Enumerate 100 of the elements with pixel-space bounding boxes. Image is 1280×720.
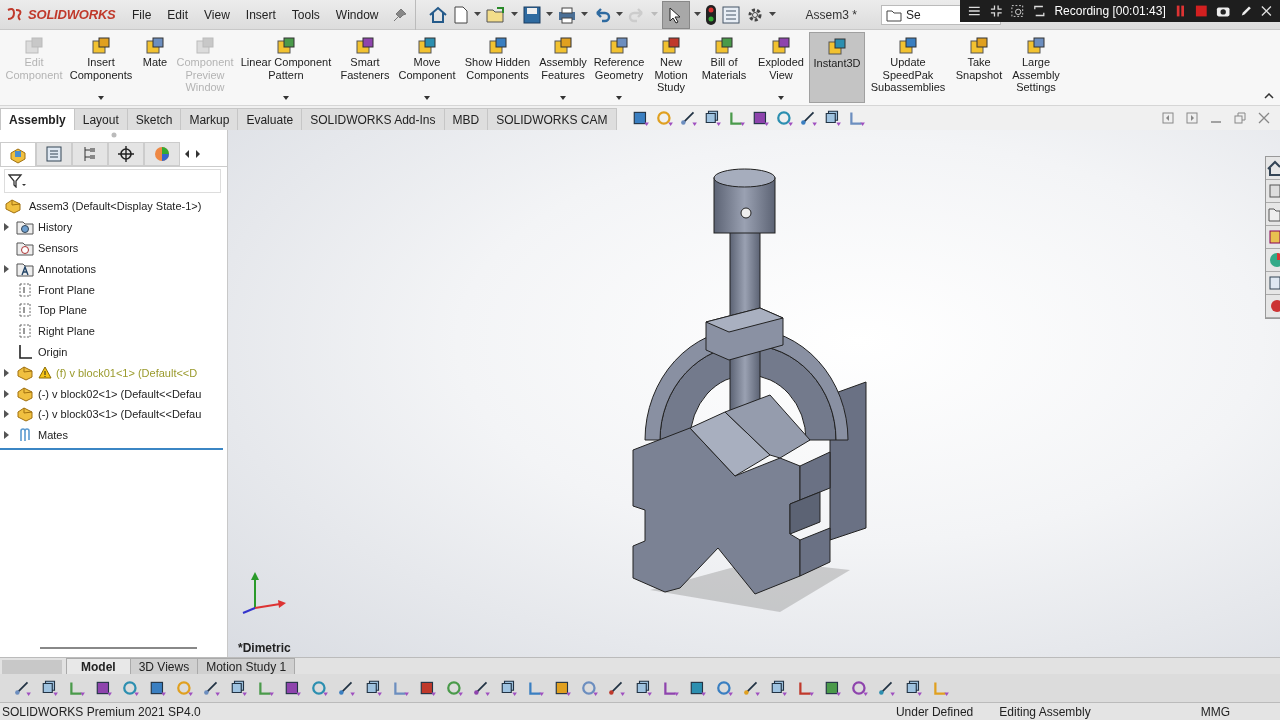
caret-icon[interactable] [560, 96, 566, 100]
collapse-ribbon-icon[interactable] [1264, 93, 1274, 99]
command-tab[interactable]: MBD [443, 108, 489, 130]
expand-arrow-icon[interactable] [3, 431, 9, 440]
crosshair-tab[interactable] [108, 142, 144, 166]
command-tab[interactable]: SOLIDWORKS CAM [487, 108, 617, 130]
pen-icon[interactable] [1239, 4, 1253, 18]
menu-item[interactable]: Insert [239, 5, 282, 24]
command-tab[interactable]: Assembly [0, 108, 75, 130]
command-tab[interactable]: Markup [180, 108, 239, 130]
traffic-light-icon[interactable] [704, 3, 717, 26]
ribbon-button[interactable]: Insert Components [66, 32, 136, 103]
caret-icon[interactable] [424, 96, 430, 100]
feature-tree-tab[interactable] [0, 142, 36, 166]
caret-icon[interactable] [768, 12, 776, 17]
camera-icon[interactable] [1216, 4, 1231, 18]
command-tab[interactable]: Sketch [126, 108, 182, 130]
ribbon-button[interactable]: Smart Fasteners [336, 32, 394, 103]
tool-icon [771, 36, 791, 56]
save-icon[interactable] [521, 4, 542, 25]
caret-icon[interactable] [510, 12, 518, 17]
caret-icon[interactable] [778, 96, 784, 100]
loop-icon[interactable] [1032, 4, 1046, 18]
menu-item[interactable]: File [126, 5, 158, 24]
tree-item[interactable]: Sensors [38, 242, 79, 254]
ribbon-button[interactable]: Instant3D [809, 32, 865, 103]
model-tab[interactable]: 3D Views [129, 658, 199, 674]
model-tab[interactable]: Motion Study 1 [197, 658, 296, 674]
expand-arrow-icon[interactable] [3, 264, 9, 273]
menu-item[interactable]: Window [329, 5, 385, 24]
collapse-icon[interactable] [989, 4, 1003, 18]
select-button[interactable] [661, 0, 690, 29]
expand-arrow-icon[interactable] [3, 368, 9, 377]
scroll-right-icon[interactable] [194, 149, 202, 159]
folder-annotation-icon [16, 260, 34, 277]
crosshair-icon[interactable] [117, 145, 135, 163]
caret-icon[interactable] [545, 12, 553, 17]
tool-icon [355, 36, 375, 56]
pause-icon[interactable] [1174, 4, 1186, 18]
next-pane-icon[interactable] [1186, 112, 1198, 124]
command-tab[interactable]: SOLIDWORKS Add-Ins [301, 108, 445, 130]
appearance-tab[interactable] [144, 142, 180, 166]
caret-icon[interactable] [693, 12, 701, 17]
editing-mode: Editing Assembly [999, 704, 1091, 719]
v-block-model-drawing[interactable] [632, 168, 867, 612]
tree-item[interactable]: Top Plane [38, 304, 87, 317]
caret-icon[interactable] [473, 12, 481, 17]
ribbon-button[interactable]: Assembly Features [535, 32, 591, 103]
stop-icon[interactable] [1194, 4, 1208, 18]
tree-item[interactable]: History [38, 221, 73, 234]
ribbon-button[interactable]: Mate [136, 32, 174, 103]
ribbon-button[interactable]: Reference Geometry [591, 32, 647, 103]
caret-icon[interactable] [616, 96, 622, 100]
command-tab[interactable]: Layout [73, 108, 128, 130]
command-tab[interactable]: Evaluate [237, 108, 303, 130]
ribbon-button[interactable]: Update SpeedPak Subassemblies [865, 32, 951, 103]
ribbon-button[interactable]: Move Component [394, 32, 460, 103]
pie-icon[interactable] [153, 145, 171, 163]
menu-item[interactable]: Tools [285, 5, 326, 24]
region-zoom-icon[interactable] [1011, 4, 1024, 18]
menu-item[interactable]: Edit [161, 5, 195, 24]
print-icon[interactable] [556, 4, 577, 25]
ribbon-button[interactable]: Take Snapshot [951, 32, 1007, 103]
expand-arrow-icon[interactable] [3, 223, 9, 232]
ribbon-button[interactable]: Bill of Materials [695, 32, 753, 103]
tree-item[interactable]: (-) v block02<1> (Default<<Defau [38, 387, 202, 400]
units-label[interactable]: MMG [1200, 704, 1230, 719]
scroll-left-icon[interactable] [183, 149, 191, 159]
filter-field[interactable] [4, 169, 221, 193]
expand-arrow-icon[interactable] [3, 410, 9, 419]
tool-icon [145, 36, 165, 56]
axis-triad-icon [242, 572, 286, 614]
ribbon-button[interactable]: Exploded View [753, 32, 809, 103]
model-tab[interactable]: Model [66, 658, 131, 674]
open-folder-icon[interactable] [484, 4, 507, 25]
tree-item[interactable]: Annotations [38, 262, 97, 275]
tree-item[interactable]: (-) v block03<1> (Default<<Defau [38, 408, 202, 421]
part-icon [4, 198, 22, 215]
ribbon-button[interactable]: Show Hidden Components [460, 32, 535, 103]
expand-arrow-icon[interactable] [3, 389, 9, 398]
tree-item[interactable]: Mates [38, 429, 68, 442]
caret-icon[interactable] [580, 12, 588, 17]
splitter-handle-icon[interactable] [110, 132, 117, 138]
ribbon-button[interactable]: Linear Component Pattern [236, 32, 336, 103]
tool-icon [24, 36, 44, 56]
menu-icon[interactable] [968, 5, 981, 17]
caret-icon[interactable] [283, 96, 289, 100]
previous-pane-icon[interactable] [1162, 112, 1174, 124]
ribbon-button[interactable]: Large Assembly Settings [1007, 32, 1065, 103]
pin-icon[interactable] [392, 7, 407, 22]
home-icon[interactable] [427, 4, 448, 25]
tree-item[interactable]: Origin [38, 345, 68, 358]
tree-item[interactable]: Front Plane [38, 283, 95, 296]
caret-icon[interactable] [98, 96, 104, 100]
menu-item[interactable]: View [198, 5, 236, 24]
tool-icon [91, 36, 111, 56]
ribbon-button[interactable]: New Motion Study [647, 32, 695, 103]
tree-item[interactable]: Assem3 (Default<Display State-1>) [29, 200, 202, 213]
caret-icon[interactable] [615, 12, 623, 17]
tree-item[interactable]: Right Plane [38, 325, 95, 338]
